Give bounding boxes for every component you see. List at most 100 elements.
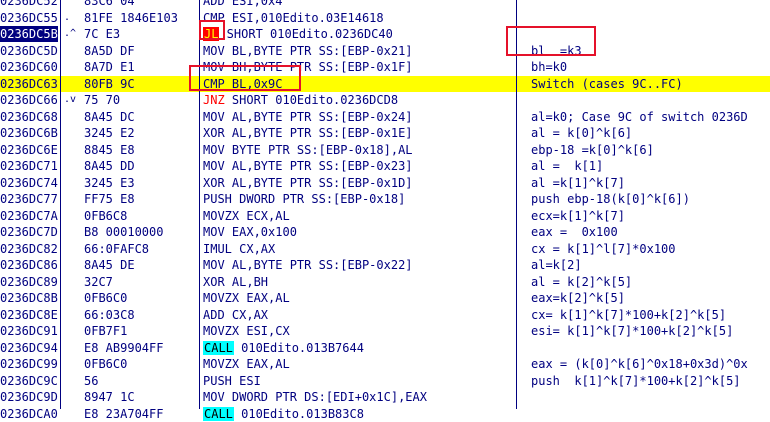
row-hex-bytes: 7C E3 xyxy=(84,27,121,41)
row-disassembly: PUSH DWORD PTR SS:[EBP-0x18] xyxy=(203,192,406,206)
row-comment: ebp-18 =k[0]^k[6] xyxy=(531,143,654,157)
row-hex-bytes: 0FB6C0 xyxy=(84,291,128,305)
row-disassembly: IMUL CX,AX xyxy=(203,242,276,256)
column-divider-2 xyxy=(199,0,200,409)
row-comment: eax=k[2]^k[5] xyxy=(531,291,625,305)
row-address: 0236DC74 xyxy=(0,176,58,190)
column-divider-1 xyxy=(60,0,61,409)
row-disassembly: XOR AL,BYTE PTR SS:[EBP-0x1E] xyxy=(203,126,413,140)
row-hex-bytes: 8845 E8 xyxy=(84,143,135,157)
row-hex-bytes: 75 70 xyxy=(84,93,121,107)
row-mnemonic: CALL xyxy=(203,407,234,421)
row-comment xyxy=(531,389,770,405)
row-disassembly: MOVZX EAX,AL xyxy=(203,291,290,305)
row-comment xyxy=(531,0,770,9)
listing-row[interactable]: 0236DC52 83C6 04 ADD ESI,0x4 xyxy=(0,0,770,9)
row-comment xyxy=(531,10,770,26)
row-disassembly: XOR AL,BH xyxy=(203,275,269,289)
row-address: 0236DC71 xyxy=(0,159,58,173)
listing-row[interactable]: 0236DC77 FF75 E8 PUSH DWORD PTR SS:[EBP-0x… xyxy=(0,191,770,207)
row-hex-bytes: 66:0FAFC8 xyxy=(84,242,150,256)
row-jump-marker xyxy=(64,323,80,339)
column-divider-3 xyxy=(516,0,517,409)
listing-row[interactable]: 0236DC89 32C7 XOR AL,BH al = k[2]^k[5] xyxy=(0,274,770,290)
row-address: 0236DC7A xyxy=(0,209,58,223)
listing-row[interactable]: 0236DC7D B8 00010000 MOV EAX,0x100 eax = 0x… xyxy=(0,224,770,240)
row-jump-marker xyxy=(64,340,80,356)
row-operands: 010Edito.013B7644 xyxy=(233,341,364,355)
listing-row[interactable]: 0236DC71 8A45 DD MOV AL,BYTE PTR SS:[EBP-0… xyxy=(0,158,770,174)
annotation-box-cmp xyxy=(189,65,301,91)
row-comment: al =k[1]^k[7] xyxy=(531,176,625,190)
row-jump-marker xyxy=(64,274,80,290)
row-comment: al=k0; Case 9C of switch 0236D xyxy=(531,110,748,124)
row-jump-marker xyxy=(64,109,80,125)
row-comment: eax = 0x100 xyxy=(531,225,618,239)
row-comment: al = k[1] xyxy=(531,159,604,173)
row-disassembly: MOV BL,BYTE PTR SS:[EBP-0x21] xyxy=(203,44,413,58)
listing-row[interactable]: 0236DC82 66:0FAFC8 IMUL CX,AX cx = k[1]^l[7… xyxy=(0,241,770,257)
annotation-box-jl xyxy=(199,20,225,40)
listing-row[interactable]: 0236DC5B .^ 7C E3 JL SHORT 010Edito.0236DC4… xyxy=(0,26,770,42)
listing-row[interactable]: 0236DC63 80FB 9C CMP BL,0x9C Switch (cases … xyxy=(0,76,770,92)
row-comment xyxy=(531,92,770,108)
row-disassembly: PUSH ESI xyxy=(203,374,261,388)
listing-row[interactable]: 0236DC6E 8845 E8 MOV BYTE PTR SS:[EBP-0x18… xyxy=(0,142,770,158)
listing-row[interactable]: 0236DC9D 8947 1C MOV DWORD PTR DS:[EDI+0x1… xyxy=(0,389,770,405)
row-disassembly: MOVZX ECX,AL xyxy=(203,209,290,223)
listing-row[interactable]: 0236DC68 8A45 DC MOV AL,BYTE PTR SS:[EBP-0… xyxy=(0,109,770,125)
row-address: 0236DC82 xyxy=(0,242,58,256)
listing-row[interactable]: 0236DC9C 56 PUSH ESI push k[1]^k[7]*100+k[2… xyxy=(0,373,770,389)
listing-row[interactable]: 0236DC6B 3245 E2 XOR AL,BYTE PTR SS:[EBP-0… xyxy=(0,125,770,141)
row-hex-bytes: 8A5D DF xyxy=(84,44,135,58)
row-disassembly: MOV DWORD PTR DS:[EDI+0x1C],EAX xyxy=(203,390,427,404)
row-hex-bytes: 8A45 DE xyxy=(84,258,135,272)
row-hex-bytes: E8 23A704FF xyxy=(84,407,164,421)
row-address: 0236DC52 xyxy=(0,0,58,8)
row-disassembly: JNZ SHORT 010Edito.0236DCD8 xyxy=(203,92,513,108)
row-address: 0236DC86 xyxy=(0,258,58,272)
listing-row[interactable]: 0236DCA0 E8 23A704FF CALL 010Edito.013B83C… xyxy=(0,406,770,422)
row-disassembly: MOV BYTE PTR SS:[EBP-0x18],AL xyxy=(203,143,413,157)
listing-row[interactable]: 0236DC74 3245 E3 XOR AL,BYTE PTR SS:[EBP-0… xyxy=(0,175,770,191)
row-comment xyxy=(531,406,770,422)
row-address: 0236DC99 xyxy=(0,357,58,371)
row-jump-marker xyxy=(64,307,80,323)
row-hex-bytes: 0FB6C0 xyxy=(84,357,128,371)
row-address: 0236DC8B xyxy=(0,291,58,305)
row-jump-marker xyxy=(64,290,80,306)
row-address: 0236DC9C xyxy=(0,374,58,388)
listing-row[interactable]: 0236DC86 8A45 DE MOV AL,BYTE PTR SS:[EBP-0… xyxy=(0,257,770,273)
row-hex-bytes: 66:03C8 xyxy=(84,308,135,322)
row-address: 0236DC91 xyxy=(0,324,58,338)
row-address: 0236DC5B xyxy=(0,26,58,42)
row-disassembly: MOV AL,BYTE PTR SS:[EBP-0x24] xyxy=(203,110,413,124)
listing-row[interactable]: 0236DC8B 0FB6C0 MOVZX EAX,AL eax=k[2]^k[5] xyxy=(0,290,770,306)
listing-row[interactable]: 0236DC99 0FB6C0 MOVZX EAX,AL eax = (k[0]^k[… xyxy=(0,356,770,372)
row-disassembly: CALL 010Edito.013B7644 xyxy=(203,340,513,356)
row-comment: al = k[0]^k[6] xyxy=(531,126,633,140)
listing-row[interactable]: 0236DC5D 8A5D DF MOV BL,BYTE PTR SS:[EBP-0… xyxy=(0,43,770,59)
listing-row[interactable]: 0236DC7A 0FB6C8 MOVZX ECX,AL ecx=k[1]^k[7] xyxy=(0,208,770,224)
row-jump-marker xyxy=(64,356,80,372)
row-operands: 010Edito.013B83C8 xyxy=(233,407,364,421)
row-address: 0236DC89 xyxy=(0,275,58,289)
row-address: 0236DC94 xyxy=(0,341,58,355)
listing-row[interactable]: 0236DC8E 66:03C8 ADD CX,AX cx= k[1]^k[7]*10… xyxy=(0,307,770,323)
listing-row[interactable]: 0236DC60 8A7D E1 MOV BH,BYTE PTR SS:[EBP-0… xyxy=(0,59,770,75)
listing-row[interactable]: 0236DC94 E8 AB9904FF CALL 010Edito.013B764… xyxy=(0,340,770,356)
row-disassembly: CALL 010Edito.013B83C8 xyxy=(203,406,513,422)
row-address: 0236DC7D xyxy=(0,225,58,239)
listing-row[interactable]: 0236DC55. 81FE 1846E103 CMP ESI,010Edito.0… xyxy=(0,10,770,26)
row-jump-marker xyxy=(64,76,80,92)
listing-row[interactable]: 0236DC91 0FB7F1 MOVZX ESI,CX esi= k[1]^k[7]… xyxy=(0,323,770,339)
row-comment: cx= k[1]^k[7]*100+k[2]^k[5] xyxy=(531,308,727,322)
row-jump-marker xyxy=(64,142,80,158)
row-comment xyxy=(531,340,770,356)
row-address: 0236DC55 xyxy=(0,11,58,25)
row-hex-bytes: 3245 E3 xyxy=(84,176,135,190)
listing-row[interactable]: 0236DC66 .v 75 70 JNZ SHORT 010Edito.0236DC… xyxy=(0,92,770,108)
row-address: 0236DC60 xyxy=(0,60,58,74)
row-jump-marker xyxy=(64,0,80,9)
row-address: 0236DC6E xyxy=(0,143,58,157)
